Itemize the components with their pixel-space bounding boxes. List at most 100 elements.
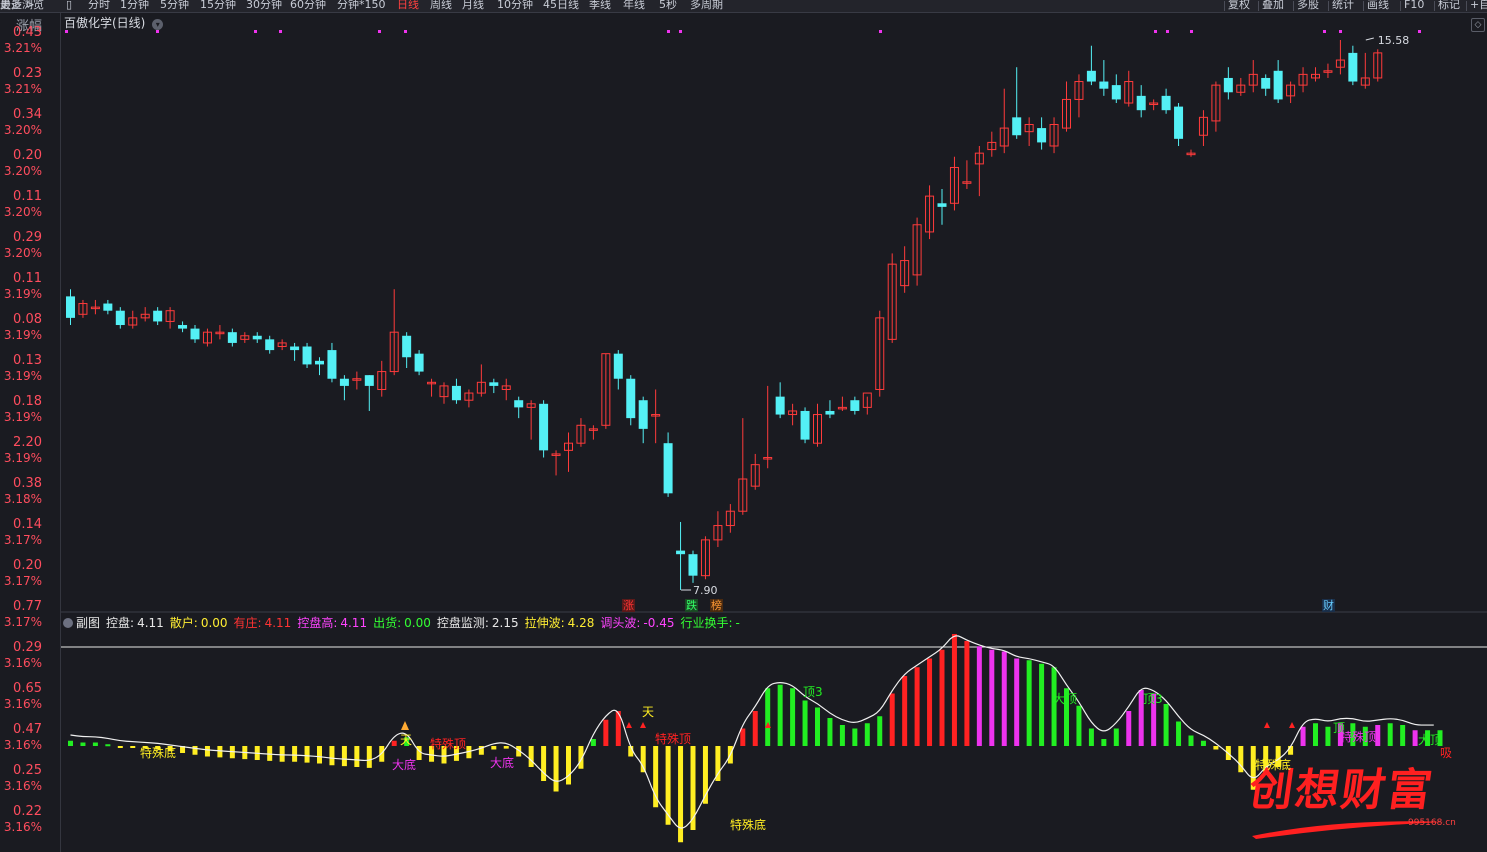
sub-bar	[1001, 651, 1007, 746]
sub-legend: 副图 控盘: 4.11 散户: 0.00 有庄: 4.11 控盘高: 4.11 出货: 0.00 控盘…	[63, 614, 749, 631]
arrow-up-icon	[626, 722, 632, 728]
candle-body	[103, 303, 113, 311]
sub-bar	[1325, 726, 1331, 746]
legend-label: 有庄:	[233, 616, 262, 630]
signal-dot	[679, 30, 682, 33]
signal-annotation: 特殊底	[140, 746, 177, 760]
candle-body	[850, 400, 860, 411]
signal-annotation: 大顶	[1053, 692, 1078, 706]
sub-bar	[1188, 735, 1194, 746]
legend-value: 4.28	[567, 616, 595, 630]
signal-dot	[156, 30, 159, 33]
legend-label: 控盘高:	[297, 616, 338, 630]
event-marker[interactable]: 跌	[685, 599, 698, 612]
sub-bar	[80, 742, 86, 746]
candle-body	[676, 550, 686, 555]
legend-value: 4.11	[340, 616, 368, 630]
legend-value: 4.11	[137, 616, 164, 630]
sub-bar	[279, 746, 285, 762]
candle-body	[800, 410, 810, 440]
legend-label: 控盘监测:	[436, 616, 489, 630]
candle-body	[613, 353, 623, 379]
chart-canvas: 15.58 7.90	[61, 30, 1487, 843]
signal-annotation: 特殊顶	[655, 732, 692, 746]
candle-body	[290, 346, 300, 351]
candle-body	[402, 335, 412, 358]
event-marker[interactable]: 涨	[622, 599, 635, 612]
sub-bar	[1101, 739, 1107, 746]
control-line	[70, 635, 1434, 829]
candle-body	[1348, 52, 1358, 82]
signal-annotation: 天	[400, 733, 413, 747]
sub-bar	[329, 746, 335, 766]
signal-dot	[1166, 30, 1169, 33]
signal-annotation: 特殊顶	[1340, 730, 1377, 744]
candle-body	[514, 400, 524, 408]
candle-body	[825, 410, 835, 415]
watermark-url: 995168.cn	[1408, 818, 1456, 828]
sub-bar	[590, 739, 596, 746]
sub-bar	[852, 728, 858, 746]
event-marker[interactable]: 榜	[710, 599, 723, 612]
legend-label: 拉伸波:	[524, 616, 565, 630]
sub-bar	[877, 716, 883, 746]
sub-bar	[391, 740, 397, 746]
sub-bar	[889, 693, 895, 746]
signal-dot	[1323, 30, 1326, 33]
sub-bar	[790, 688, 796, 746]
sub-bar	[1300, 726, 1306, 746]
candle-body	[1037, 128, 1047, 143]
signal-annotation: 大顶	[1418, 733, 1443, 747]
sub-bar	[105, 744, 111, 747]
sub-bar	[740, 728, 746, 746]
sub-bar	[864, 723, 870, 746]
candle-body	[315, 360, 324, 365]
sub-bar	[1412, 730, 1418, 746]
sub-bar	[827, 718, 833, 746]
candle-body	[227, 332, 237, 343]
sub-bar	[802, 700, 808, 746]
arrow-up-icon	[1289, 722, 1295, 728]
sub-bar	[354, 746, 360, 767]
candle-body	[178, 325, 188, 329]
sub-bar	[503, 746, 509, 749]
event-marker[interactable]: 财	[1322, 599, 1335, 612]
sub-chevron-icon[interactable]	[63, 618, 73, 628]
signal-dot	[1418, 30, 1421, 33]
sub-title: 副图	[76, 616, 101, 630]
sub-bar	[366, 746, 372, 768]
sub-bar	[341, 746, 347, 767]
signal-annotation: 顶3	[1143, 692, 1163, 706]
candle-body	[339, 378, 349, 386]
sub-bar	[68, 740, 73, 746]
sub-bar	[989, 649, 995, 746]
sub-bar	[92, 742, 98, 746]
sub-bar	[765, 688, 771, 746]
sub-bar	[117, 746, 123, 748]
arrow-up-icon	[1264, 722, 1270, 728]
sub-bar	[1200, 740, 1206, 746]
sub-bar	[566, 746, 571, 785]
candle-body	[1086, 70, 1096, 82]
sub-bar	[603, 719, 609, 746]
candle-body	[66, 296, 75, 318]
signal-dot	[378, 30, 381, 33]
sub-bar	[528, 746, 534, 767]
candle-body	[153, 310, 163, 322]
sub-bar	[292, 746, 298, 762]
legend-value: 0.00	[404, 616, 431, 630]
sub-bar	[541, 746, 547, 781]
signal-annotation: 吸	[1440, 746, 1453, 760]
sub-bar	[1387, 723, 1393, 746]
candle-body	[775, 396, 785, 415]
signal-dot	[1190, 30, 1193, 33]
sub-bar	[304, 746, 310, 763]
star-icon	[401, 721, 409, 730]
sub-bar	[217, 746, 223, 758]
high-label: 15.58	[1378, 34, 1410, 47]
candle-body	[1136, 95, 1146, 111]
signal-dot	[667, 30, 670, 33]
sub-bar	[914, 667, 920, 746]
candle-body	[638, 400, 648, 429]
legend-label: 散户:	[169, 616, 198, 630]
